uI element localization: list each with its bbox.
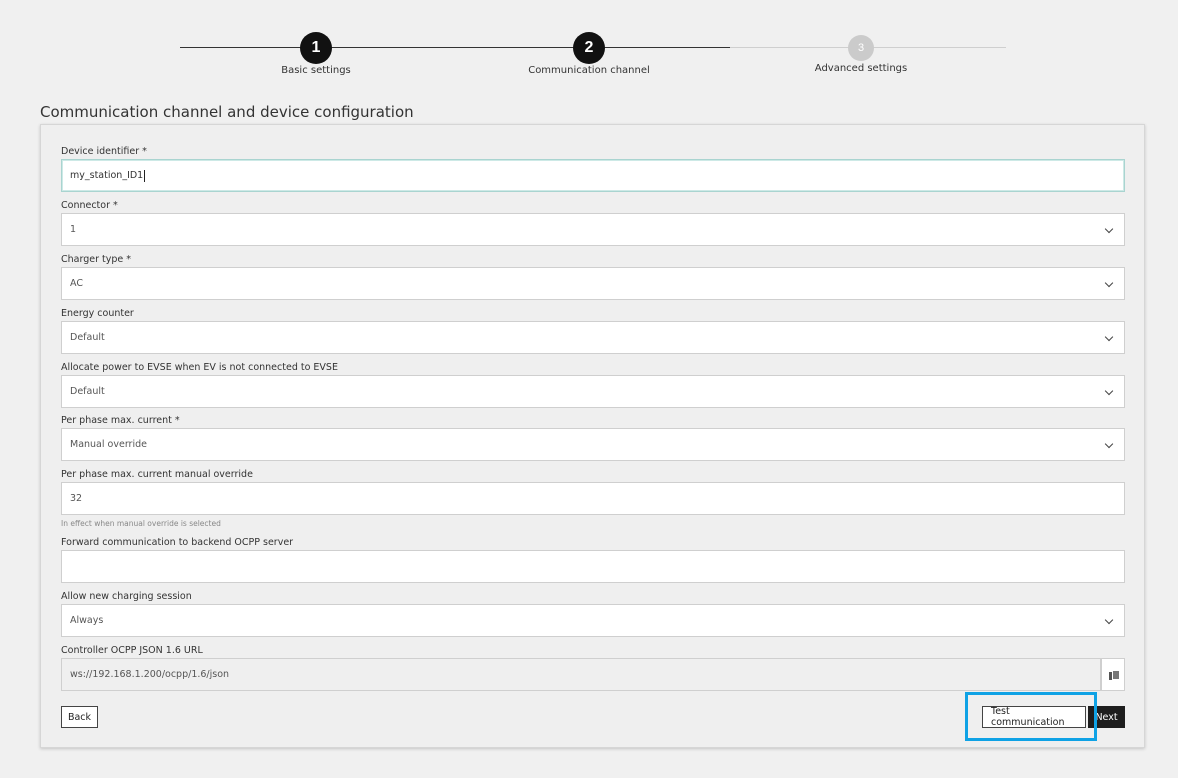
allocate-power-select[interactable]: Default <box>61 375 1125 408</box>
energy-counter-value: Default <box>70 332 105 343</box>
chevron-down-icon <box>1104 332 1114 342</box>
manual-override-input[interactable]: 32 <box>61 482 1125 515</box>
chevron-down-icon <box>1104 615 1114 625</box>
step-2-label: Communication channel <box>528 65 650 76</box>
energy-counter-select[interactable]: Default <box>61 321 1125 354</box>
step-2-circle[interactable]: 2 <box>573 32 605 64</box>
connector-select[interactable]: 1 <box>61 213 1125 246</box>
manual-override-hint: In effect when manual override is select… <box>61 519 221 528</box>
forward-communication-label: Forward communication to backend OCPP se… <box>61 537 294 548</box>
chevron-down-icon <box>1104 278 1114 288</box>
text-cursor <box>144 169 146 182</box>
step-1-circle[interactable]: 1 <box>300 32 332 64</box>
charger-type-value: AC <box>70 278 83 289</box>
manual-override-label: Per phase max. current manual override <box>61 469 253 480</box>
allocate-power-label: Allocate power to EVSE when EV is not co… <box>61 362 338 373</box>
per-phase-max-current-value: Manual override <box>70 439 147 450</box>
chevron-down-icon <box>1104 224 1114 234</box>
next-button[interactable]: Next <box>1088 706 1125 728</box>
chevron-down-icon <box>1104 386 1114 396</box>
allow-new-session-value: Always <box>70 615 104 626</box>
per-phase-max-current-label: Per phase max. current * <box>61 415 180 426</box>
charger-type-select[interactable]: AC <box>61 267 1125 300</box>
device-identifier-input[interactable]: my_station_ID1 <box>61 159 1125 192</box>
step-3-circle: 3 <box>848 35 874 61</box>
page-title: Communication channel and device configu… <box>40 103 414 121</box>
device-identifier-value: my_station_ID1 <box>70 170 144 181</box>
charger-type-label: Charger type * <box>61 254 132 265</box>
ocpp-url-value: ws://192.168.1.200/ocpp/1.6/json <box>70 669 230 680</box>
back-button[interactable]: Back <box>61 706 98 728</box>
progress-stepper: 1 Basic settings 2 Communication channel… <box>0 0 1178 100</box>
copy-url-button[interactable] <box>1101 658 1125 691</box>
ocpp-url-field[interactable]: ws://192.168.1.200/ocpp/1.6/json <box>61 658 1101 691</box>
ocpp-url-label: Controller OCPP JSON 1.6 URL <box>61 645 203 656</box>
test-communication-button[interactable]: Test communication <box>982 706 1086 728</box>
forward-communication-input[interactable] <box>61 550 1125 583</box>
allow-new-session-label: Allow new charging session <box>61 591 192 602</box>
step-1-label: Basic settings <box>281 65 351 76</box>
allow-new-session-select[interactable]: Always <box>61 604 1125 637</box>
allocate-power-value: Default <box>70 386 105 397</box>
manual-override-value: 32 <box>70 493 83 504</box>
connector-value: 1 <box>70 224 77 235</box>
configuration-form-card: Device identifier * my_station_ID1 Conne… <box>40 124 1145 748</box>
energy-counter-label: Energy counter <box>61 308 134 319</box>
copy-icon <box>1108 669 1120 680</box>
step-3-label: Advanced settings <box>814 63 908 74</box>
connector-label: Connector * <box>61 200 118 211</box>
chevron-down-icon <box>1104 439 1114 449</box>
per-phase-max-current-select[interactable]: Manual override <box>61 428 1125 461</box>
device-identifier-label: Device identifier * <box>61 146 147 157</box>
